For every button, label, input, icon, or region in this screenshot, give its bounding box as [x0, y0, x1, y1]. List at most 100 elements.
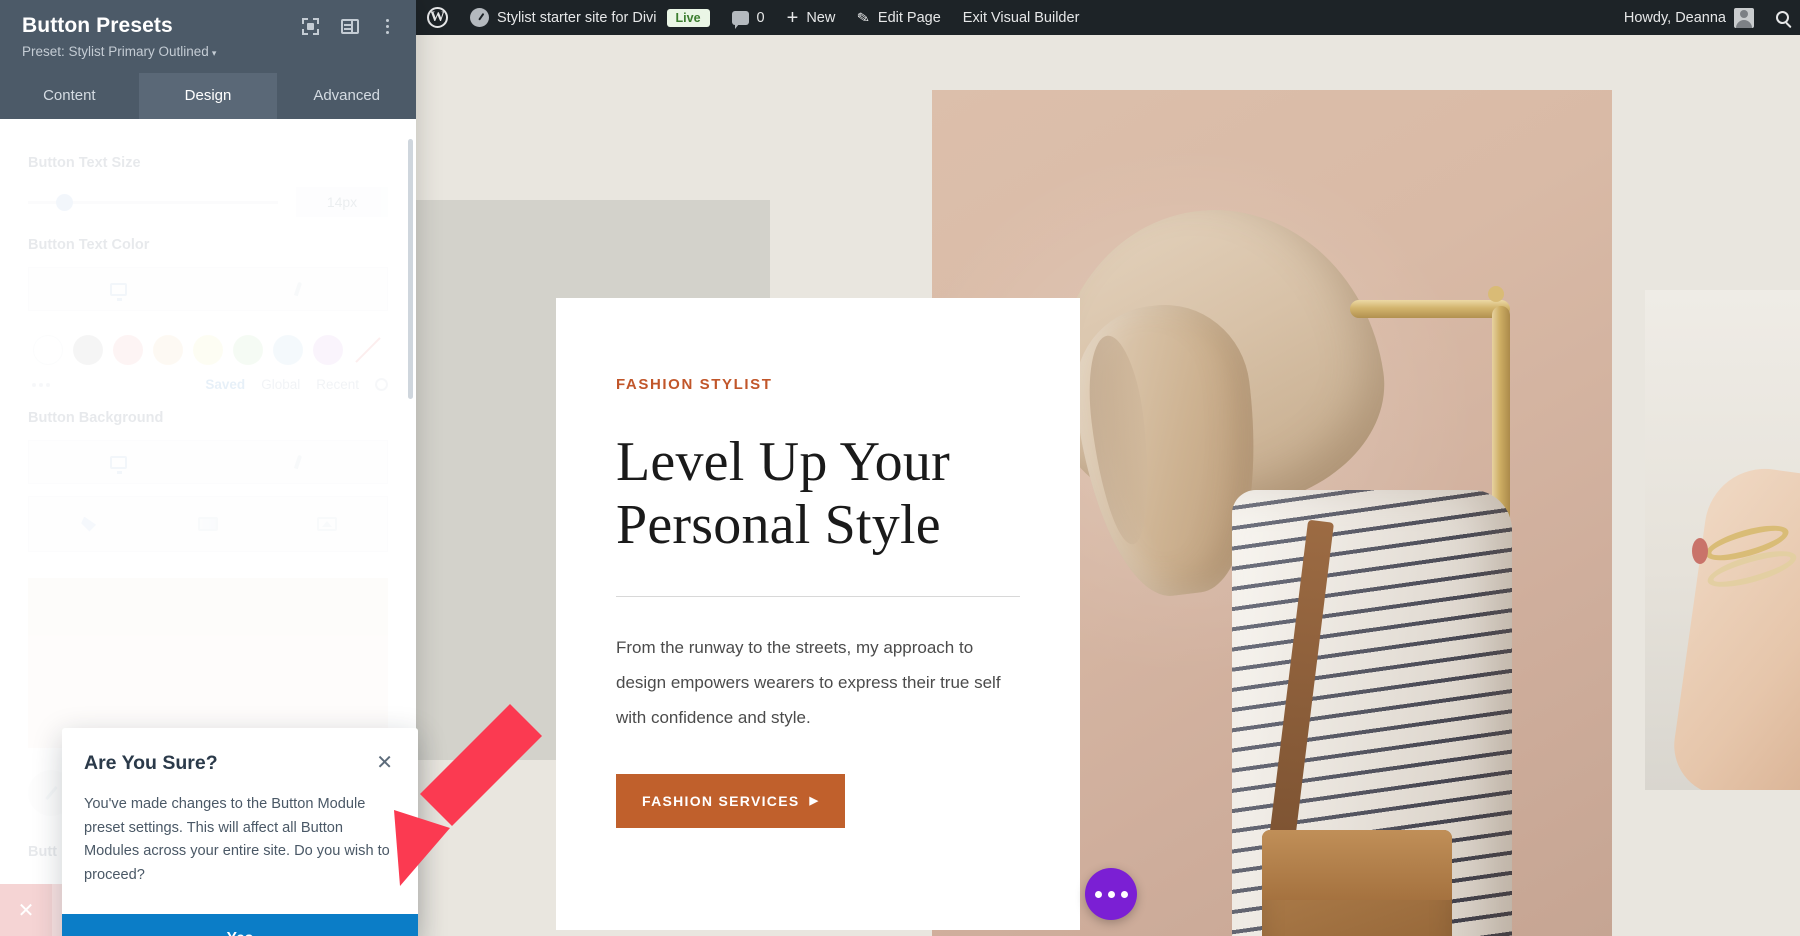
swatch-green[interactable]: [228, 333, 268, 367]
swatch-yellow[interactable]: [188, 333, 228, 367]
button-text-color-label: Button Text Color: [28, 237, 388, 253]
color-source-tabs: Saved Global Recent: [28, 377, 388, 392]
button-text-size-label: Button Text Size: [28, 155, 388, 171]
background-type-tabs[interactable]: [28, 496, 388, 552]
background-gradient-tab[interactable]: [148, 497, 267, 551]
swatch-gray[interactable]: [68, 333, 108, 367]
leather-bag-flap: [1262, 830, 1452, 900]
confirm-yes-button[interactable]: Yes: [62, 914, 418, 936]
panel-layout-icon[interactable]: [341, 19, 359, 34]
text-color-swatches[interactable]: [28, 333, 388, 367]
tab-advanced[interactable]: Advanced: [277, 73, 416, 119]
background-hover-tab[interactable]: [208, 455, 387, 469]
page-title: Button Presets: [22, 14, 173, 38]
exit-visual-builder-label: Exit Visual Builder: [963, 10, 1080, 26]
text-size-slider[interactable]: [28, 201, 278, 204]
button-text-size-control[interactable]: 14px: [28, 185, 388, 219]
dialog-title: Are You Sure?: [84, 752, 218, 775]
hero-title-line-1: Level Up Your: [616, 431, 1020, 494]
paint-bucket-icon: [81, 517, 96, 532]
background-color-tab[interactable]: [29, 497, 148, 551]
plus-icon: +: [787, 8, 799, 28]
secondary-photo: [1645, 290, 1800, 790]
monitor-icon: [110, 283, 127, 296]
pencil-icon: [45, 786, 58, 800]
panel-scrollbar[interactable]: [408, 139, 413, 399]
focus-mode-icon[interactable]: [302, 18, 319, 35]
brush-icon: [293, 282, 301, 297]
preset-label: Preset: Stylist Primary Outlined: [22, 44, 209, 59]
background-preview[interactable]: [28, 578, 388, 748]
desktop-view-tab[interactable]: [29, 283, 208, 296]
comment-bubble-icon: [732, 11, 749, 25]
gradient-icon: [198, 517, 218, 531]
hero-text-card: FASHION STYLIST Level Up Your Personal S…: [556, 298, 1080, 930]
tab-design[interactable]: Design: [139, 73, 278, 119]
background-desktop-tab[interactable]: [29, 456, 208, 469]
preset-selector[interactable]: Preset: Stylist Primary Outlined▾: [22, 44, 394, 73]
hover-state-tab[interactable]: [208, 282, 387, 296]
arm-shape: [1668, 461, 1800, 790]
fashion-services-label: FASHION SERVICES: [642, 793, 799, 809]
text-size-value[interactable]: 14px: [296, 187, 388, 217]
live-badge: Live: [667, 9, 710, 27]
swatch-slot-empty[interactable]: [28, 333, 68, 367]
discard-changes-button[interactable]: ✕: [0, 884, 52, 936]
howdy-label: Howdy, Deanna: [1624, 10, 1726, 26]
background-image-tab[interactable]: [268, 497, 387, 551]
dialog-message: You've made changes to the Button Module…: [62, 775, 418, 914]
swatch-overflow-icon[interactable]: [32, 383, 50, 387]
avatar: [1734, 8, 1754, 28]
brush-icon: [293, 455, 301, 470]
exit-visual-builder-button[interactable]: Exit Visual Builder: [952, 0, 1091, 35]
screen-root: FASHION STYLIST Level Up Your Personal S…: [0, 0, 1800, 936]
swatch-blue[interactable]: [268, 333, 308, 367]
arrow-right-icon: ▶: [809, 794, 819, 807]
search-button[interactable]: [1765, 0, 1800, 35]
text-color-device-row[interactable]: [28, 267, 388, 311]
new-label: New: [806, 10, 835, 26]
dashboard-icon: [470, 8, 489, 27]
background-device-row[interactable]: [28, 440, 388, 484]
hero-title-line-2: Personal Style: [616, 494, 1020, 557]
divi-menu-fab[interactable]: [1085, 868, 1137, 920]
fashion-services-button[interactable]: FASHION SERVICES ▶: [616, 774, 845, 828]
hero-eyebrow: FASHION STYLIST: [616, 376, 1020, 393]
hero-divider: [616, 596, 1020, 597]
hero-paragraph: From the runway to the streets, my appro…: [616, 631, 1020, 736]
account-menu[interactable]: Howdy, Deanna: [1613, 0, 1765, 35]
wp-logo-menu[interactable]: W: [416, 0, 459, 35]
more-options-icon[interactable]: [381, 17, 394, 36]
dot-icon: [1121, 891, 1128, 898]
comment-count: 0: [757, 10, 765, 26]
close-icon[interactable]: ✕: [373, 752, 396, 774]
slider-handle[interactable]: [56, 194, 73, 211]
monitor-icon: [110, 456, 127, 469]
edit-page-menu[interactable]: ✎ Edit Page: [846, 0, 951, 35]
wordpress-logo-icon: W: [427, 7, 448, 28]
tab-content[interactable]: Content: [0, 73, 139, 119]
hero-title: Level Up Your Personal Style: [616, 431, 1020, 556]
pencil-icon: ✎: [856, 8, 872, 28]
color-tab-global[interactable]: Global: [261, 377, 300, 392]
fingertip-shape: [1692, 538, 1708, 564]
site-name-menu[interactable]: Stylist starter site for Divi Live: [459, 0, 721, 35]
swatch-purple[interactable]: [308, 333, 348, 367]
panel-tabs: Content Design Advanced: [0, 73, 416, 119]
clothing-rack-bar: [1350, 300, 1510, 318]
edit-page-label: Edit Page: [878, 10, 941, 26]
swatch-red[interactable]: [108, 333, 148, 367]
confirm-dialog: Are You Sure? ✕ You've made changes to t…: [62, 728, 418, 936]
new-content-menu[interactable]: + New: [776, 0, 847, 35]
comments-menu[interactable]: 0: [721, 0, 776, 35]
dot-icon: [1108, 891, 1115, 898]
wp-admin-bar: W Stylist starter site for Divi Live 0 +…: [416, 0, 1800, 35]
image-icon: [317, 517, 337, 531]
color-tab-recent[interactable]: Recent: [316, 377, 359, 392]
swatch-orange[interactable]: [148, 333, 188, 367]
gear-icon[interactable]: [375, 378, 388, 391]
color-tab-saved[interactable]: Saved: [205, 377, 245, 392]
panel-header: Button Presets Pre: [0, 0, 416, 73]
swatch-none[interactable]: [348, 333, 388, 367]
site-name-label: Stylist starter site for Divi: [497, 10, 657, 26]
